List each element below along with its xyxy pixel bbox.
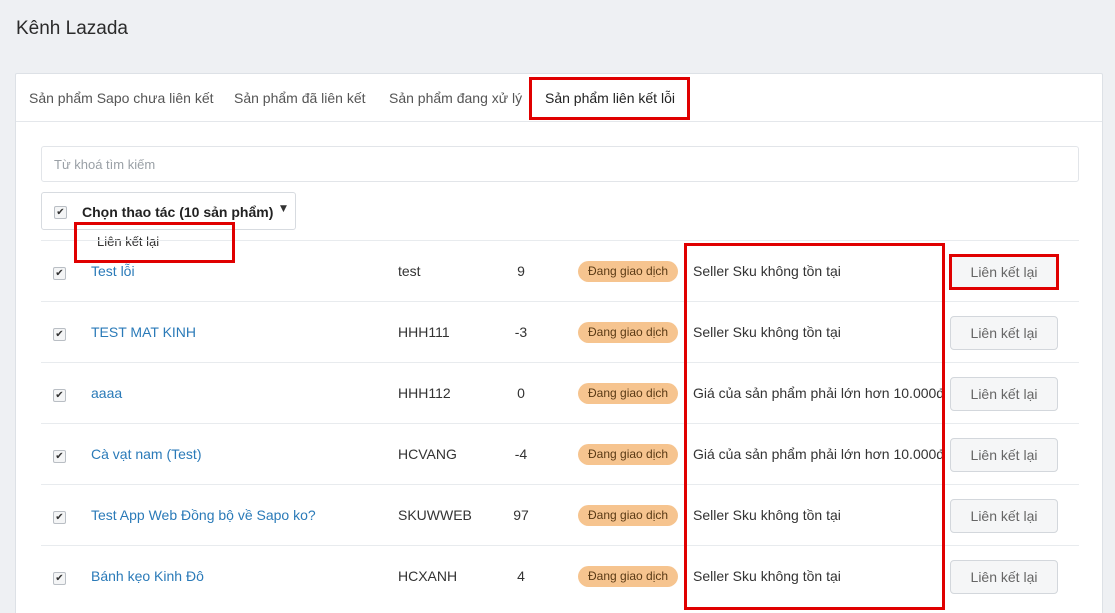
- error-message: Seller Sku không tồn tại: [693, 324, 841, 340]
- tab-link-error-products[interactable]: Sản phẩm liên kết lỗi: [545, 74, 675, 122]
- page-title: Kênh Lazada: [16, 18, 128, 39]
- product-sku: HCVANG: [398, 446, 457, 462]
- error-message: Seller Sku không tồn tại: [693, 263, 841, 279]
- product-sku: test: [398, 263, 421, 279]
- tab-unlinked-products[interactable]: Sản phẩm Sapo chưa liên kết: [29, 74, 214, 122]
- tab-bar: Sản phẩm Sapo chưa liên kết Sản phẩm đã …: [16, 74, 1102, 122]
- status-badge: Đang giao dịch: [578, 444, 679, 465]
- relink-button[interactable]: Liên kết lại: [950, 499, 1058, 533]
- product-name-link[interactable]: Test App Web Đồng bộ về Sapo ko?: [91, 507, 316, 523]
- relink-button[interactable]: Liên kết lại: [950, 438, 1058, 472]
- row-checkbox[interactable]: ✔: [53, 572, 66, 585]
- product-sku: HHH112: [398, 385, 451, 401]
- relink-button[interactable]: Liên kết lại: [950, 316, 1058, 350]
- table-row: ✔ Cà vạt nam (Test) HCVANG -4 Đang giao dịch…: [41, 423, 1079, 484]
- bulk-action-dropdown[interactable]: ✔ Chọn thao tác (10 sản phẩm) ▼: [41, 192, 296, 230]
- product-quantity: 97: [513, 507, 529, 523]
- row-checkbox[interactable]: ✔: [53, 267, 66, 280]
- relink-button[interactable]: Liên kết lại: [950, 560, 1058, 594]
- status-badge: Đang giao dịch: [578, 322, 679, 343]
- table-row: ✔ Bánh kẹo Kinh Đô HCXANH 4 Đang giao dịch Se…: [41, 545, 1079, 606]
- product-quantity: -4: [514, 446, 528, 462]
- table-row: ✔ TEST MAT KINH HHH111 -3 Đang giao dịch Sell…: [41, 301, 1079, 362]
- product-quantity: 9: [517, 263, 525, 279]
- search-input[interactable]: [41, 146, 1079, 182]
- product-quantity: -3: [514, 324, 528, 340]
- product-name-link[interactable]: TEST MAT KINH: [91, 324, 196, 340]
- product-name-link[interactable]: Cà vạt nam (Test): [91, 446, 201, 462]
- relink-button[interactable]: Liên kết lại: [950, 377, 1058, 411]
- select-all-checkbox[interactable]: ✔: [54, 206, 67, 219]
- row-checkbox[interactable]: ✔: [53, 389, 66, 402]
- products-card: Sản phẩm Sapo chưa liên kết Sản phẩm đã …: [15, 73, 1103, 613]
- product-sku: HCXANH: [398, 568, 458, 584]
- error-message: Seller Sku không tồn tại: [693, 568, 841, 584]
- status-badge: Đang giao dịch: [578, 505, 679, 526]
- product-quantity: 0: [517, 385, 525, 401]
- status-badge: Đang giao dịch: [578, 261, 679, 282]
- row-checkbox[interactable]: ✔: [53, 450, 66, 463]
- product-quantity: 4: [517, 568, 525, 584]
- error-message: Giá của sản phẩm phải lớn hơn 10.000đ: [693, 385, 945, 401]
- error-message: Seller Sku không tồn tại: [693, 507, 841, 523]
- status-badge: Đang giao dịch: [578, 383, 679, 404]
- caret-down-icon: ▼: [280, 204, 287, 214]
- row-checkbox[interactable]: ✔: [53, 328, 66, 341]
- table-row: ✔ aaaa HHH112 0 Đang giao dịch Giá của sản ph…: [41, 362, 1079, 423]
- tab-processing-products[interactable]: Sản phẩm đang xử lý: [389, 74, 522, 122]
- status-badge: Đang giao dịch: [578, 566, 679, 587]
- product-name-link[interactable]: aaaa: [91, 385, 122, 401]
- table-row: ✔ Test lỗi test 9 Đang giao dịch Seller Sku k…: [41, 240, 1079, 301]
- relink-button[interactable]: Liên kết lại: [950, 255, 1058, 289]
- product-sku: HHH111: [398, 324, 450, 340]
- table-row: ✔ Test App Web Đồng bộ về Sapo ko? SKUWWEB…: [41, 484, 1079, 545]
- row-checkbox[interactable]: ✔: [53, 511, 66, 524]
- product-sku: SKUWWEB: [398, 507, 472, 523]
- tab-linked-products[interactable]: Sản phẩm đã liên kết: [234, 74, 366, 122]
- error-message: Giá của sản phẩm phải lớn hơn 10.000đ: [693, 446, 945, 462]
- product-name-link[interactable]: Bánh kẹo Kinh Đô: [91, 568, 204, 584]
- product-name-link[interactable]: Test lỗi: [91, 263, 135, 279]
- bulk-action-label: Chọn thao tác (10 sản phẩm): [82, 204, 274, 220]
